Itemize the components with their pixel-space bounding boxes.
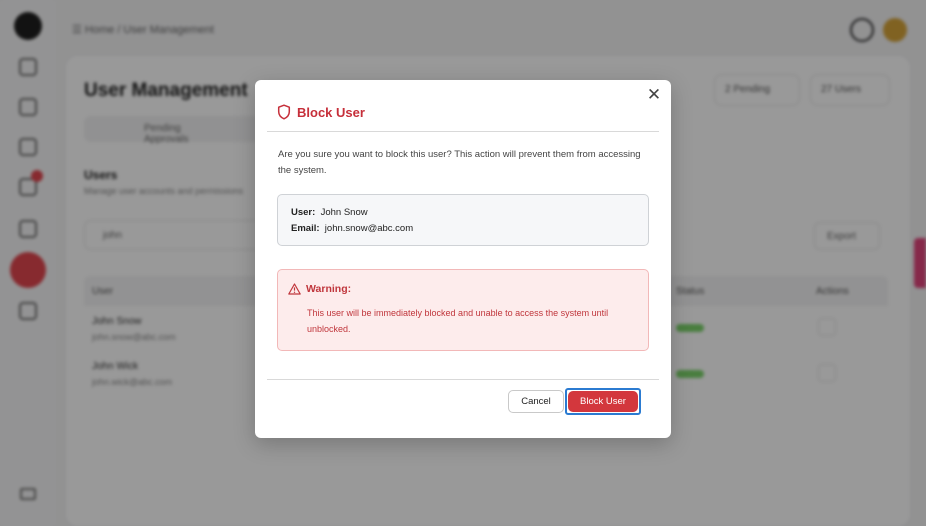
dialog-title: Block User: [297, 105, 365, 120]
email-label: Email:: [291, 223, 320, 234]
dialog-description: Are you sure you want to block this user…: [278, 149, 641, 176]
cancel-button[interactable]: Cancel: [508, 390, 564, 413]
user-info-box: User: John Snow Email: john.snow@abc.com: [277, 194, 649, 246]
shield-icon: [277, 104, 291, 120]
block-user-dialog: ✕ Block User Are you sure you want to bl…: [255, 80, 671, 438]
warning-box: Warning: This user will be immediately b…: [277, 269, 649, 351]
warning-text: This user will be immediately blocked an…: [307, 308, 609, 334]
block-user-button[interactable]: Block User: [568, 391, 638, 412]
dialog-header: Block User: [267, 94, 659, 132]
warning-title: Warning:: [306, 283, 352, 295]
focus-ring: Block User: [565, 388, 641, 415]
user-value: John Snow: [320, 207, 368, 218]
warning-triangle-icon: [288, 283, 301, 295]
dialog-footer-divider: [267, 379, 659, 380]
user-row: User: John Snow: [291, 205, 635, 221]
user-label: User:: [291, 207, 316, 218]
email-row: Email: john.snow@abc.com: [291, 221, 635, 237]
email-value: john.snow@abc.com: [324, 223, 414, 234]
